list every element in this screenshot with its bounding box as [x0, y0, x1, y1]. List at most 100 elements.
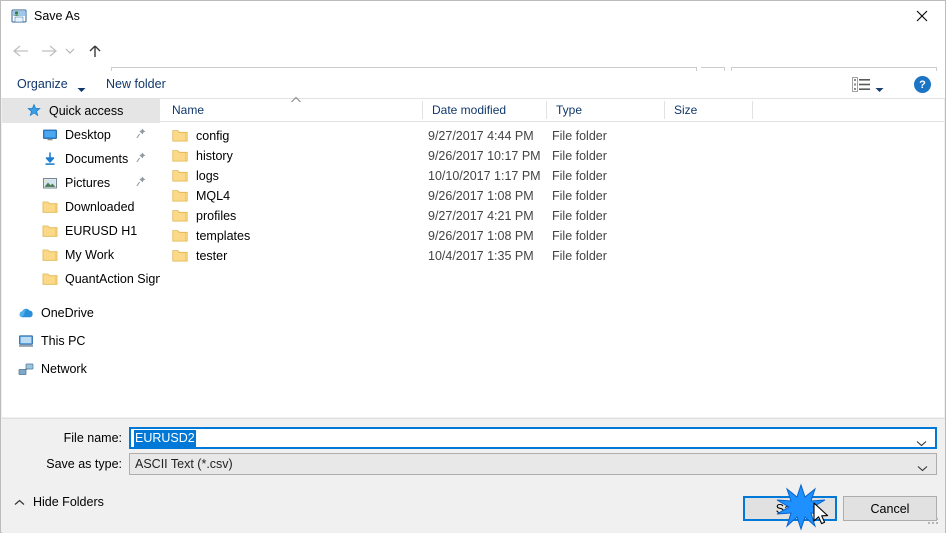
- sidebar-item-label: OneDrive: [41, 306, 94, 320]
- column-header-date[interactable]: Date modified: [432, 103, 506, 117]
- folder-icon: [172, 229, 188, 243]
- pin-icon[interactable]: [136, 176, 146, 190]
- folder-icon: [172, 209, 188, 223]
- sidebar-item-label: My Work: [65, 248, 115, 262]
- desktop-monitor-icon: [42, 127, 58, 143]
- file-name-cell: MQL4: [196, 189, 231, 203]
- back-arrow-icon[interactable]: [9, 39, 33, 63]
- table-row[interactable]: profiles 9/27/2017 4:21 PM File folder: [160, 206, 944, 226]
- column-divider[interactable]: [752, 101, 753, 119]
- sidebar-item-eurusd-h1[interactable]: EURUSD H1: [2, 219, 160, 243]
- column-divider[interactable]: [546, 101, 547, 119]
- sidebar-item-label: Documents: [65, 152, 129, 166]
- sidebar-item-network[interactable]: Network: [2, 355, 160, 383]
- command-toolbar: Organize New folder ?: [1, 71, 945, 99]
- title-bar: Save As: [1, 1, 945, 31]
- file-name-cell: tester: [196, 249, 228, 263]
- chevron-down-icon[interactable]: [917, 461, 928, 475]
- table-row[interactable]: logs 10/10/2017 1:17 PM File folder: [160, 166, 944, 186]
- documents-download-icon: [42, 151, 58, 167]
- folder-icon: [42, 247, 58, 263]
- save-as-type-label: Save as type:: [46, 457, 122, 471]
- sidebar-item-this-pc[interactable]: This PC: [2, 327, 160, 355]
- chevron-down-icon[interactable]: [77, 82, 86, 96]
- column-divider[interactable]: [422, 101, 423, 119]
- sidebar-item-label: This PC: [41, 334, 86, 348]
- folder-icon: [42, 271, 58, 287]
- window-title: Save As: [34, 9, 80, 23]
- sidebar-item-label: Desktop: [65, 128, 111, 142]
- save-as-type-value: ASCII Text (*.csv): [135, 457, 233, 471]
- sidebar-item-documents[interactable]: Documents: [2, 147, 160, 171]
- recent-locations-chevron-icon[interactable]: [61, 39, 79, 63]
- quick-access-star-icon: [26, 103, 42, 119]
- onedrive-cloud-icon: [18, 305, 34, 321]
- file-name-value: EURUSD2: [134, 429, 196, 447]
- file-name-cell: logs: [196, 169, 219, 183]
- network-icon: [18, 361, 34, 377]
- sidebar-item-label: EURUSD H1: [65, 224, 138, 238]
- sort-ascending-caret: [290, 93, 302, 107]
- navigation-bar: « Roaming › MetaQuotes › Terminal › 9155…: [1, 31, 945, 91]
- table-row[interactable]: tester 10/4/2017 1:35 PM File folder: [160, 246, 944, 266]
- file-name-cell: history: [196, 149, 233, 163]
- table-row[interactable]: config 9/27/2017 4:44 PM File folder: [160, 126, 944, 146]
- close-icon[interactable]: [899, 1, 945, 31]
- sidebar-item-label: QuantAction Signal: [65, 272, 160, 286]
- folder-icon: [172, 129, 188, 143]
- table-row[interactable]: history 9/26/2017 10:17 PM File folder: [160, 146, 944, 166]
- file-date-cell: 10/4/2017 1:35 PM: [428, 249, 534, 263]
- file-date-cell: 9/26/2017 1:08 PM: [428, 229, 534, 243]
- sidebar-item-pictures[interactable]: Pictures: [2, 171, 160, 195]
- file-name-cell: templates: [196, 229, 251, 243]
- organize-button[interactable]: Organize: [17, 76, 68, 92]
- cancel-button[interactable]: Cancel: [843, 496, 937, 521]
- file-type-cell: File folder: [552, 149, 607, 163]
- new-folder-button[interactable]: New folder: [106, 76, 166, 92]
- folder-icon: [172, 249, 188, 263]
- sidebar-item-downloaded[interactable]: Downloaded: [2, 195, 160, 219]
- table-row[interactable]: MQL4 9/26/2017 1:08 PM File folder: [160, 186, 944, 206]
- file-date-cell: 9/27/2017 4:44 PM: [428, 129, 534, 143]
- file-type-cell: File folder: [552, 229, 607, 243]
- up-arrow-icon[interactable]: [83, 39, 107, 63]
- sidebar-item-desktop[interactable]: Desktop: [2, 123, 160, 147]
- folder-icon: [42, 223, 58, 239]
- resize-grip-icon[interactable]: [928, 514, 940, 529]
- folder-icon: [172, 189, 188, 203]
- file-name-cell: profiles: [196, 209, 237, 223]
- column-header-size[interactable]: Size: [674, 103, 697, 117]
- dialog-footer: Hide Folders Save Cancel: [2, 488, 945, 533]
- chevron-down-icon[interactable]: [875, 82, 884, 96]
- file-name-label: File name:: [63, 431, 122, 445]
- column-header-type[interactable]: Type: [556, 103, 582, 117]
- pin-icon[interactable]: [136, 128, 146, 142]
- file-type-cell: File folder: [552, 169, 607, 183]
- sidebar-item-quantaction-signal[interactable]: QuantAction Signal: [2, 267, 160, 291]
- sidebar-item-label: Quick access: [49, 104, 124, 118]
- sidebar-item-my-work[interactable]: My Work: [2, 243, 160, 267]
- chevron-down-icon[interactable]: [916, 436, 927, 450]
- column-divider[interactable]: [664, 101, 665, 119]
- file-type-cell: File folder: [552, 249, 607, 263]
- hide-folders-button[interactable]: Hide Folders: [14, 490, 104, 514]
- table-row[interactable]: templates 9/26/2017 1:08 PM File folder: [160, 226, 944, 246]
- save-as-type-select[interactable]: ASCII Text (*.csv): [129, 453, 937, 475]
- list-view-icon[interactable]: [852, 77, 871, 95]
- file-type-cell: File folder: [552, 129, 607, 143]
- column-header-name[interactable]: Name: [172, 103, 204, 117]
- file-date-cell: 9/26/2017 10:17 PM: [428, 149, 541, 163]
- sidebar-item-label: Pictures: [65, 176, 111, 190]
- save-form: File name: EURUSD2 Save as type: ASCII T…: [2, 418, 945, 489]
- help-button[interactable]: ?: [914, 76, 931, 93]
- sidebar-item-onedrive[interactable]: OneDrive: [2, 299, 160, 327]
- pin-icon[interactable]: [136, 152, 146, 166]
- sidebar-item-quick-access[interactable]: Quick access: [2, 99, 160, 123]
- sidebar-item-label: Network: [41, 362, 87, 376]
- forward-arrow-icon[interactable]: [37, 39, 61, 63]
- file-list-pane[interactable]: Name Date modified Type Size config 9/27/…: [160, 96, 944, 417]
- file-date-cell: 9/26/2017 1:08 PM: [428, 189, 534, 203]
- save-button[interactable]: Save: [743, 496, 837, 521]
- navigation-sidebar[interactable]: Quick access Desktop Documents Pictures Down…: [2, 99, 160, 417]
- file-name-input[interactable]: EURUSD2: [129, 427, 937, 449]
